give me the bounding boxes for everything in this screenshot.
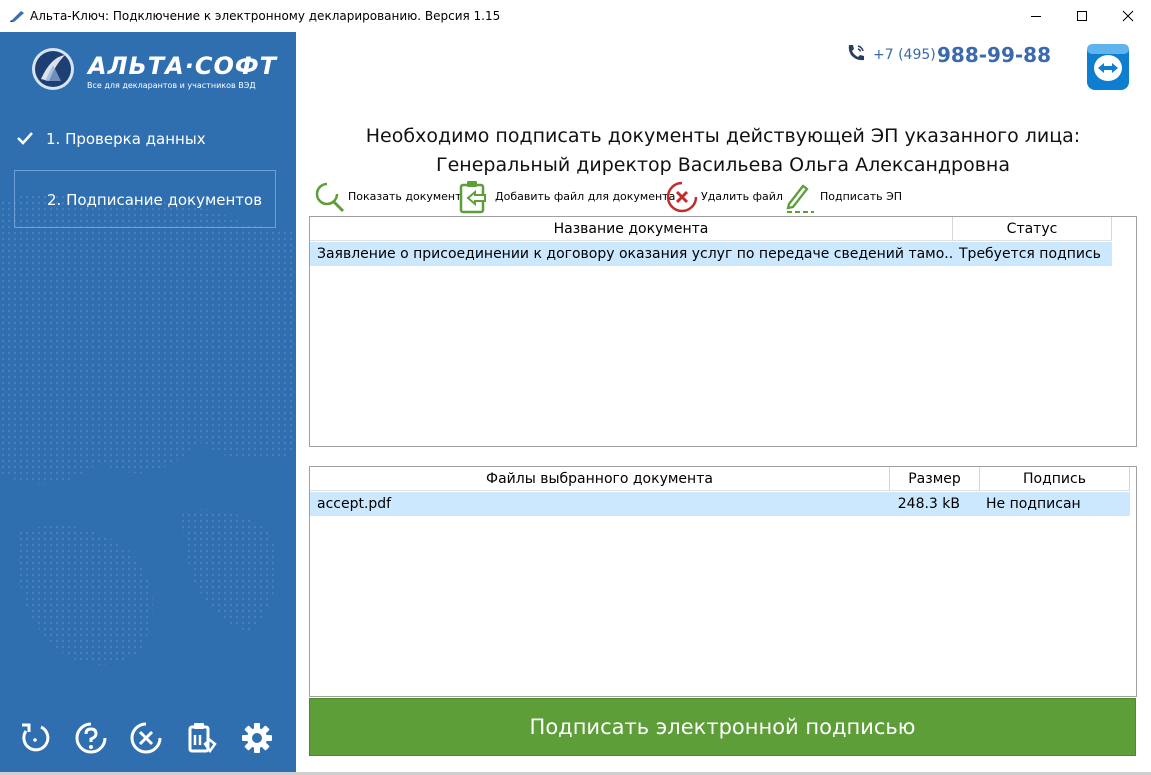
phone-code: +7 (495)	[873, 47, 936, 63]
add-file-icon	[459, 181, 486, 214]
documents-table: Название документа Статус Заявление о пр…	[309, 216, 1137, 447]
window-title: Альта-Ключ: Подключение к электронному д…	[30, 9, 501, 23]
close-button[interactable]	[1105, 0, 1151, 32]
heading-line-2: Генеральный директор Васильева Ольга Але…	[436, 154, 1010, 176]
sign-ep-button[interactable]: Подписать ЭП	[784, 180, 902, 214]
sign-ep-label: Подписать ЭП	[820, 190, 903, 203]
file-size-cell: 248.3 kB	[897, 496, 960, 512]
sidebar: АЛЬТА·СОФТ Все для декларантов и участни…	[0, 32, 296, 772]
refresh-icon[interactable]	[17, 720, 53, 756]
add-file-label: Добавить файл для документа	[495, 190, 676, 203]
table-row[interactable]: accept.pdf 248.3 kB Не подписан	[310, 492, 1130, 516]
minimize-button[interactable]	[1013, 0, 1059, 32]
files-table: Файлы выбранного документа Размер Подпис…	[309, 466, 1137, 697]
sign-electronic-button[interactable]: Подписать электронной подписью	[309, 698, 1136, 756]
step-check-data[interactable]: 1. Проверка данных	[14, 110, 276, 168]
sidebar-bottom-toolbar	[0, 720, 296, 760]
logo-tagline: Все для декларантов и участников ВЭД	[87, 81, 256, 90]
step-label: 1. Проверка данных	[46, 130, 206, 148]
document-name-cell: Заявление о присоединении к договору ока…	[317, 246, 953, 262]
phone-icon	[848, 45, 864, 61]
page-heading: Необходимо подписать документы действующ…	[310, 122, 1136, 180]
pen-icon	[786, 184, 814, 213]
document-status-cell: Требуется подпись	[959, 246, 1101, 262]
step-sign-documents[interactable]: 2. Подписание документов	[14, 170, 276, 228]
search-icon	[315, 182, 345, 213]
maximize-icon	[1077, 11, 1087, 21]
column-header-status[interactable]: Статус	[953, 217, 1112, 241]
logo-globe-icon	[32, 48, 74, 90]
column-header-signature[interactable]: Подпись	[980, 467, 1130, 491]
step-label: 2. Подписание документов	[47, 191, 263, 209]
delete-file-button[interactable]: Удалить файл	[665, 180, 783, 214]
heading-line-1: Необходимо подписать документы действующ…	[365, 125, 1081, 147]
title-bar: Альта-Ключ: Подключение к электронному д…	[0, 0, 1151, 32]
checkmark-icon	[17, 132, 33, 145]
teamviewer-icon[interactable]	[1085, 42, 1131, 92]
delete-file-label: Удалить файл	[701, 190, 783, 203]
minimize-icon	[1031, 16, 1041, 17]
clipboard-icon[interactable]	[183, 720, 219, 756]
help-icon[interactable]	[73, 720, 109, 756]
show-document-label: Показать документ	[348, 190, 462, 203]
file-signature-cell: Не подписан	[986, 496, 1081, 512]
table-row[interactable]: Заявление о присоединении к договору ока…	[310, 242, 1112, 266]
column-header-document-name[interactable]: Название документа	[310, 217, 953, 241]
column-header-files[interactable]: Файлы выбранного документа	[310, 467, 890, 491]
gear-icon[interactable]	[239, 720, 275, 756]
close-icon	[1122, 10, 1134, 22]
file-name-cell: accept.pdf	[317, 496, 392, 512]
cancel-icon[interactable]	[128, 720, 164, 756]
show-document-button[interactable]: Показать документ	[312, 180, 462, 214]
delete-icon	[666, 181, 698, 213]
phone-number: 988-99-88	[937, 43, 1052, 67]
column-header-size[interactable]: Размер	[890, 467, 980, 491]
document-toolbar: Показать документ Добавить файл для доку…	[310, 180, 1136, 214]
logo-text: АЛЬТА·СОФТ	[88, 52, 278, 80]
add-file-button[interactable]: Добавить файл для документа	[458, 180, 675, 214]
maximize-button[interactable]	[1059, 0, 1105, 32]
app-icon	[10, 11, 24, 22]
